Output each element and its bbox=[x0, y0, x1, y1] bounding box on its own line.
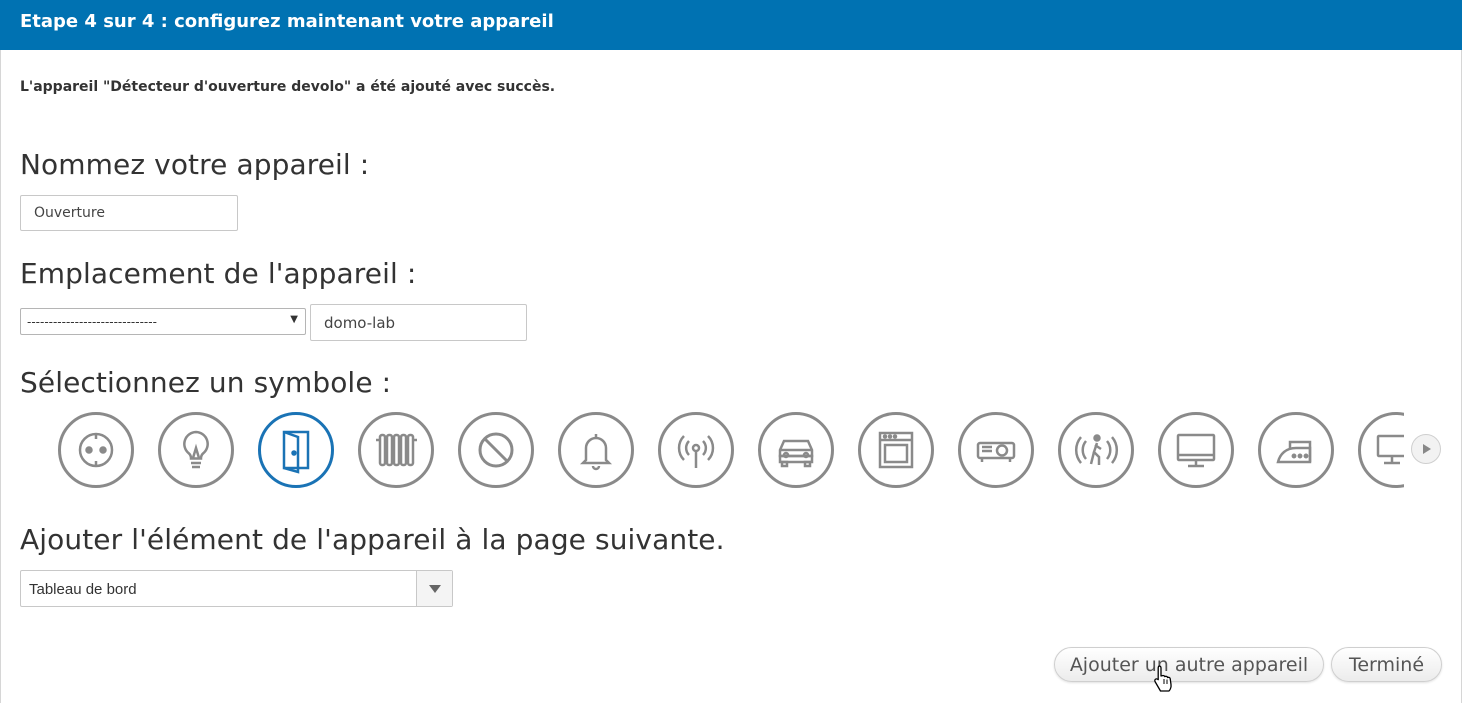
symbol-radiator[interactable] bbox=[358, 412, 434, 488]
page-select-dropdown-button[interactable] bbox=[416, 571, 452, 606]
symbol-projector[interactable] bbox=[958, 412, 1034, 488]
symbol-car[interactable] bbox=[758, 412, 834, 488]
location-select-value: ------------------------------ bbox=[27, 315, 157, 329]
iron-icon bbox=[1276, 440, 1312, 464]
add-another-device-button[interactable]: Ajouter un autre appareil bbox=[1054, 647, 1324, 682]
device-name-input[interactable] bbox=[20, 195, 238, 231]
wizard-title: Etape 4 sur 4 : configurez maintenant vo… bbox=[20, 11, 554, 32]
location-label: Emplacement de l'appareil : bbox=[20, 257, 417, 290]
done-button[interactable]: Terminé bbox=[1331, 647, 1442, 682]
symbol-antenna[interactable] bbox=[658, 412, 734, 488]
success-message: L'appareil "Détecteur d'ouverture devolo… bbox=[20, 79, 556, 95]
symbol-monitor[interactable] bbox=[1158, 412, 1234, 488]
computer-icon bbox=[1376, 434, 1404, 465]
bell-icon bbox=[579, 434, 613, 471]
symbol-door[interactable] bbox=[258, 412, 334, 488]
name-label: Nommez votre appareil : bbox=[20, 148, 370, 181]
socket-icon bbox=[78, 432, 114, 468]
symbol-iron[interactable] bbox=[1258, 412, 1334, 488]
symbol-label: Sélectionnez un symbole : bbox=[20, 366, 392, 399]
car-icon bbox=[778, 439, 814, 468]
carousel-next-button[interactable] bbox=[1411, 434, 1441, 464]
chevron-down-icon bbox=[428, 584, 441, 593]
location-select[interactable]: ------------------------------ ▼ bbox=[20, 308, 306, 335]
motion-icon bbox=[1074, 434, 1119, 465]
symbol-computer[interactable] bbox=[1358, 412, 1404, 488]
wizard-header: Etape 4 sur 4 : configurez maintenant vo… bbox=[0, 0, 1462, 50]
triangle-right-icon bbox=[1423, 444, 1431, 454]
caret-down-icon: ▼ bbox=[290, 314, 298, 325]
forbidden-icon bbox=[478, 432, 514, 468]
page-select[interactable]: Tableau de bord bbox=[20, 570, 453, 607]
hand-cursor-icon bbox=[1154, 665, 1172, 692]
antenna-icon bbox=[677, 435, 715, 468]
page-label: Ajouter l'élément de l'appareil à la pag… bbox=[20, 523, 725, 556]
symbol-carousel bbox=[40, 410, 1404, 490]
symbol-bell[interactable] bbox=[558, 412, 634, 488]
page-select-value: Tableau de bord bbox=[29, 581, 137, 598]
monitor-icon bbox=[1176, 433, 1216, 468]
symbol-forbidden[interactable] bbox=[458, 412, 534, 488]
radiator-icon bbox=[376, 433, 417, 467]
oven-icon bbox=[878, 431, 914, 469]
bulb-icon bbox=[183, 430, 209, 469]
symbol-socket[interactable] bbox=[58, 412, 134, 488]
door-icon bbox=[282, 430, 310, 474]
symbol-bulb[interactable] bbox=[158, 412, 234, 488]
symbol-motion[interactable] bbox=[1058, 412, 1134, 488]
projector-icon bbox=[976, 441, 1016, 462]
location-name-input[interactable] bbox=[310, 304, 527, 341]
symbol-oven[interactable] bbox=[858, 412, 934, 488]
